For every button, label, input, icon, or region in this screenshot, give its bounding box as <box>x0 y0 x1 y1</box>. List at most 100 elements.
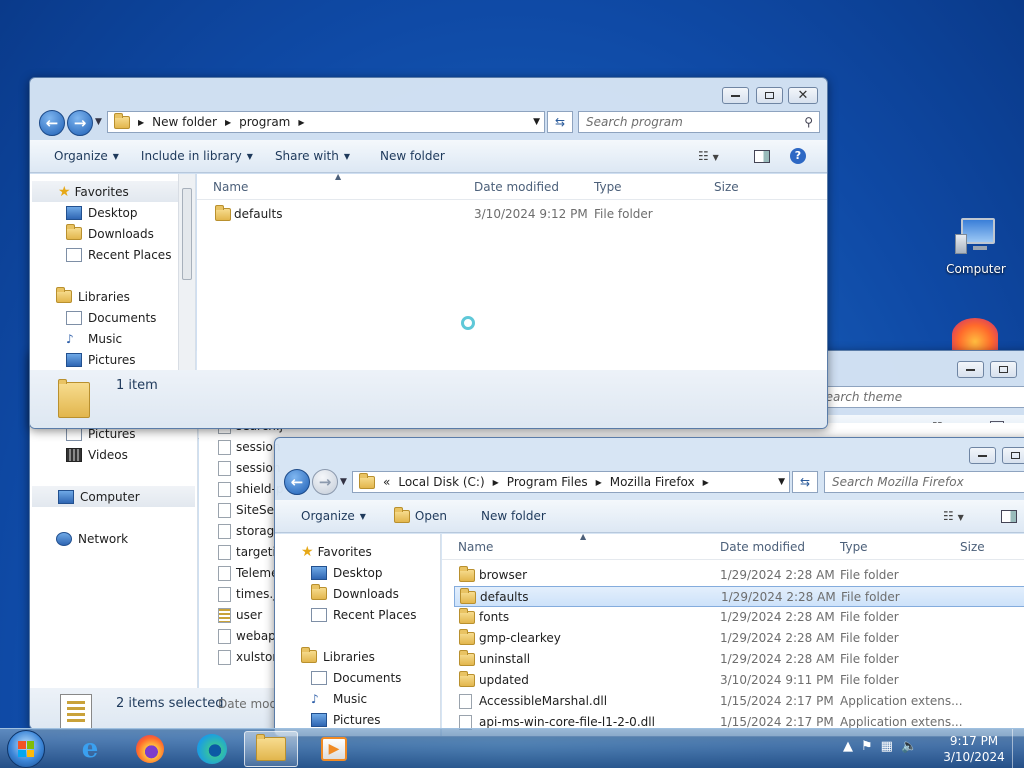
breadcrumb-program[interactable]: program <box>239 115 290 129</box>
maximize-button[interactable] <box>756 87 783 104</box>
cell-date: 1/29/2024 2:28 AM <box>720 610 835 624</box>
file-row[interactable]: gmp-clearkey 1/29/2024 2:28 AM File folder <box>454 628 1024 649</box>
nav-desktop[interactable]: Desktop <box>275 562 440 583</box>
documents-icon <box>66 310 82 325</box>
recent-pages-icon[interactable]: ▼ <box>340 477 347 487</box>
computer-icon <box>58 489 74 504</box>
clock[interactable]: 9:17 PM 3/10/2024 <box>936 733 1012 765</box>
nav-favorites[interactable]: ★ Favorites <box>32 181 193 202</box>
back-button[interactable]: ← <box>39 110 65 136</box>
computer-desktop-icon[interactable]: Computer <box>940 216 1012 286</box>
file-row[interactable]: uninstall 1/29/2024 2:28 AM File folder <box>454 649 1024 670</box>
breadcrumb-local-disk[interactable]: Local Disk (C:) <box>398 475 484 489</box>
breadcrumb-mozilla-firefox[interactable]: Mozilla Firefox <box>610 475 695 489</box>
file-row[interactable]: fonts 1/29/2024 2:28 AM File folder <box>454 607 1024 628</box>
nav-recent-places[interactable]: Recent Places <box>30 244 195 265</box>
nav-pictures[interactable]: Pictures <box>275 709 440 730</box>
file-row[interactable]: AccessibleMarshal.dll 1/15/2024 2:17 PM Ap… <box>454 691 1024 712</box>
address-dropdown-icon[interactable]: ▼ <box>778 477 785 487</box>
nav-documents[interactable]: Documents <box>275 667 440 688</box>
nav-desktop[interactable]: Desktop <box>30 202 195 223</box>
change-view-icon[interactable]: ☷ ▼ <box>698 149 719 163</box>
nav-documents[interactable]: Documents <box>30 307 195 328</box>
recent-pages-icon[interactable]: ▼ <box>95 117 102 127</box>
recent-places-icon <box>66 247 82 262</box>
nav-libraries[interactable]: Libraries <box>30 286 195 307</box>
new-folder-button[interactable]: New folder <box>473 509 554 523</box>
open-button[interactable]: Open <box>386 506 455 523</box>
new-folder-button[interactable]: New folder <box>372 149 453 163</box>
search-input[interactable]: Search program ⚲ <box>578 111 820 133</box>
nav-music[interactable]: ♪ Music <box>30 328 195 349</box>
include-in-library-button[interactable]: Include in library ▼ <box>133 149 261 163</box>
action-center-flag-icon[interactable]: ⚑ <box>861 739 873 754</box>
nav-favorites[interactable]: ★ Favorites <box>275 541 440 562</box>
share-with-button[interactable]: Share with ▼ <box>267 149 358 163</box>
firefox-address-bar[interactable]: « Local Disk (C:) ▶ Program Files ▶ Mozi… <box>352 471 790 493</box>
firefox-back-button[interactable]: ← <box>284 469 310 495</box>
help-icon[interactable]: ? <box>790 148 806 164</box>
file-row[interactable]: defaults 3/10/2024 9:12 PM File folder <box>197 204 827 225</box>
breadcrumb-program-files[interactable]: Program Files <box>507 475 588 489</box>
nav-recent-places[interactable]: Recent Places <box>275 604 440 625</box>
firefox-forward-button[interactable]: → <box>312 469 338 495</box>
column-size[interactable]: Size <box>714 180 739 194</box>
breadcrumb-new-folder[interactable]: New folder <box>152 115 217 129</box>
dll-file-icon <box>459 694 472 709</box>
organize-button[interactable]: Organize ▼ <box>293 509 374 523</box>
file-row[interactable]: browser 1/29/2024 2:28 AM File folder <box>454 565 1024 586</box>
nav-pictures[interactable]: Pictures <box>30 349 195 370</box>
column-type[interactable]: Type <box>594 180 622 194</box>
nav-music[interactable]: ♪ Music <box>275 688 440 709</box>
media-player-taskbar-button[interactable]: ▶ <box>306 731 362 767</box>
column-name[interactable]: Name <box>213 180 248 194</box>
preview-pane-icon[interactable] <box>754 149 770 163</box>
file-row[interactable]: updated 3/10/2024 9:11 PM File folder <box>454 670 1024 691</box>
theme-search-input[interactable]: Search theme <box>810 386 1024 408</box>
firefox-refresh-button[interactable]: ⇆ <box>792 471 818 493</box>
taskbar: e ▶ ▲ ⚑ ▦ 🔈 9:17 PM 3/10/2024 <box>0 728 1024 768</box>
internet-explorer-taskbar-button[interactable]: e <box>62 731 118 767</box>
show-desktop-button[interactable] <box>1012 729 1024 768</box>
file-icon <box>218 503 231 518</box>
nav-downloads[interactable]: Downloads <box>275 583 440 604</box>
column-date[interactable]: Date modified <box>720 540 805 554</box>
network-icon[interactable]: ▦ <box>881 739 893 754</box>
explorer-taskbar-button[interactable] <box>244 731 298 767</box>
refresh-button[interactable]: ⇆ <box>547 111 573 133</box>
column-name[interactable]: Name <box>458 540 493 554</box>
nav-scrollbar[interactable] <box>178 174 195 370</box>
nav-videos[interactable]: Videos <box>30 444 197 465</box>
folder-icon <box>215 205 231 221</box>
column-size[interactable]: Size <box>960 540 985 554</box>
address-bar[interactable]: ▶ New folder ▶ program ▶ ▼ <box>107 111 545 133</box>
start-button[interactable] <box>7 730 45 768</box>
nav-network[interactable]: Network <box>30 528 197 549</box>
theme-maximize-button[interactable] <box>990 361 1017 378</box>
close-button[interactable]: ✕ <box>788 87 818 104</box>
minimize-button[interactable] <box>722 87 749 104</box>
nav-computer[interactable]: Computer <box>32 486 195 507</box>
organize-button[interactable]: Organize ▼ <box>46 149 127 163</box>
program-window: ✕ ← → ▼ ▶ New folder ▶ program ▶ ▼ ⇆ Sea… <box>29 77 828 429</box>
firefox-minimize-button[interactable] <box>969 447 996 464</box>
volume-muted-icon[interactable]: 🔈 <box>901 739 917 754</box>
firefox-search-input[interactable]: Search Mozilla Firefox <box>824 471 1024 493</box>
nav-downloads[interactable]: Downloads <box>30 223 195 244</box>
file-row[interactable]: defaults 1/29/2024 2:28 AM File folder <box>454 586 1024 607</box>
edge-taskbar-button[interactable] <box>184 731 240 767</box>
firefox-maximize-button[interactable] <box>1002 447 1024 464</box>
address-dropdown-icon[interactable]: ▼ <box>533 117 540 127</box>
nav-libraries[interactable]: Libraries <box>275 646 440 667</box>
change-view-icon[interactable]: ☷ ▼ <box>943 509 964 523</box>
column-date[interactable]: Date modified <box>474 180 559 194</box>
show-hidden-icons-icon[interactable]: ▲ <box>843 739 853 754</box>
forward-button[interactable]: → <box>67 110 93 136</box>
preview-pane-icon[interactable] <box>1001 509 1017 523</box>
explorer-icon <box>256 734 286 761</box>
firefox-desktop-icon[interactable] <box>952 318 998 352</box>
theme-minimize-button[interactable] <box>957 361 984 378</box>
column-type[interactable]: Type <box>840 540 868 554</box>
firefox-command-bar: Organize ▼ Open New folder ☷ ▼ <box>275 500 1024 533</box>
firefox-taskbar-button[interactable] <box>122 731 178 767</box>
